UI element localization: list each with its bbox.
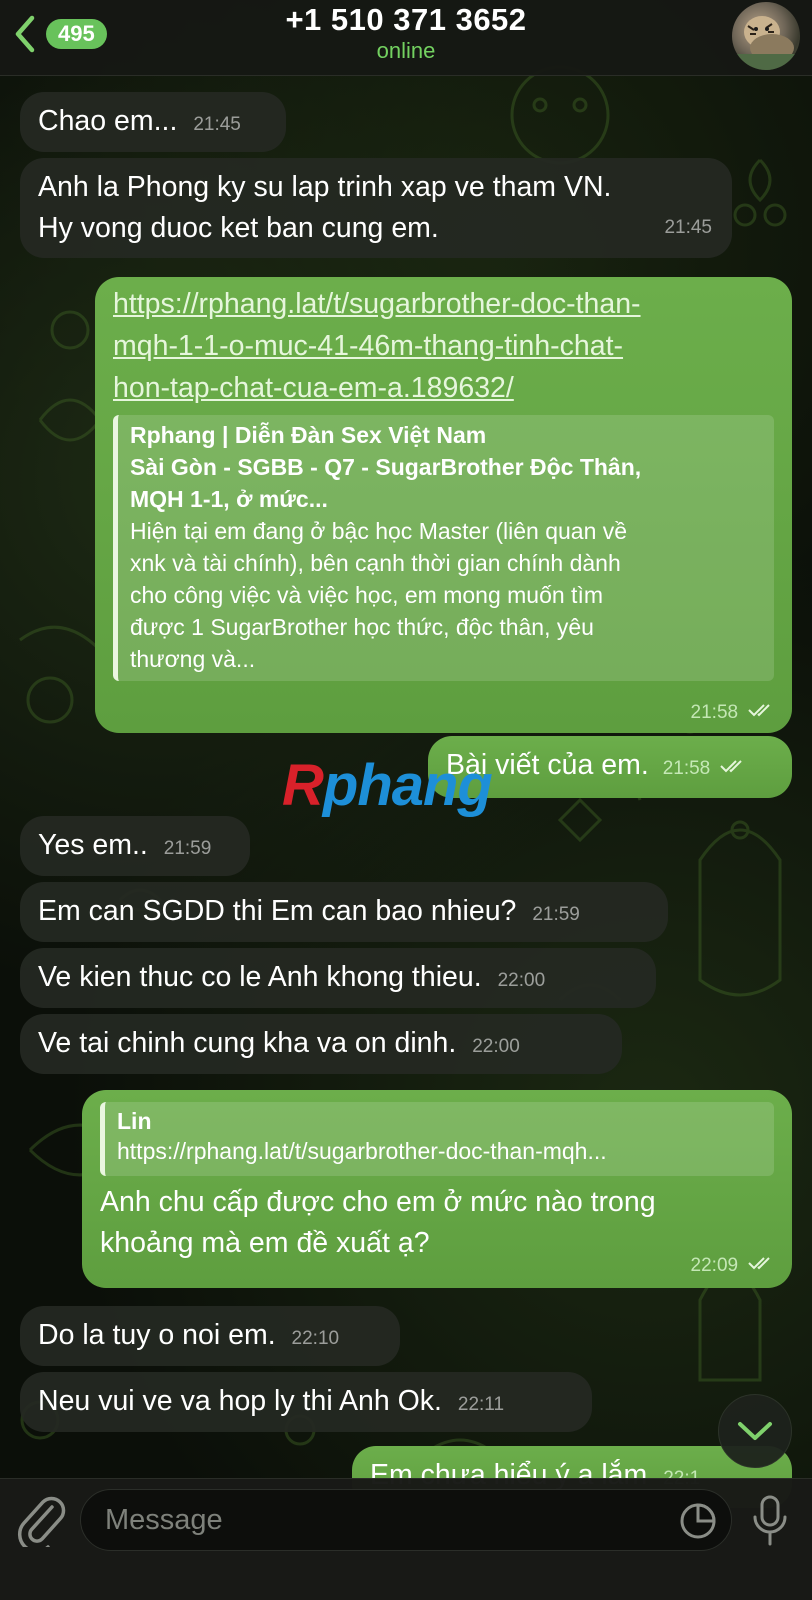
reply-quote[interactable]: Lin https://rphang.lat/t/sugarbrother-do… bbox=[100, 1102, 774, 1176]
preview-desc-line: được 1 SugarBrother học thức, độc thân, … bbox=[130, 614, 594, 640]
message-text-line: Hy vong duoc ket ban cung em. bbox=[38, 212, 439, 244]
microphone-icon[interactable] bbox=[750, 1493, 790, 1549]
back-chevron-icon bbox=[15, 15, 35, 53]
message-text-line: Anh la Phong ky su lap trinh xap ve tham… bbox=[38, 171, 612, 203]
outgoing-reply-message[interactable]: Lin https://rphang.lat/t/sugarbrother-do… bbox=[82, 1090, 792, 1288]
double-check-icon bbox=[720, 760, 742, 773]
chevron-down-icon bbox=[738, 1422, 772, 1440]
reply-sender-name: Lin bbox=[117, 1108, 152, 1134]
incoming-message[interactable]: Ve kien thuc co le Anh khong thieu. 22:0… bbox=[20, 948, 656, 1008]
link-preview[interactable]: Rphang | Diễn Đàn Sex Việt Nam Sài Gòn -… bbox=[113, 415, 774, 681]
message-time: 22:10 bbox=[291, 1328, 340, 1349]
contact-info[interactable]: +1 510 371 3652 online bbox=[180, 0, 632, 64]
preview-site-name: Rphang | Diễn Đàn Sex Việt Nam bbox=[130, 422, 487, 448]
message-field[interactable] bbox=[80, 1489, 732, 1551]
reply-quoted-text: https://rphang.lat/t/sugarbrother-doc-th… bbox=[117, 1138, 607, 1164]
preview-desc-line: xnk và tài chính), bên cạnh thời gian ch… bbox=[130, 550, 621, 576]
message-composer bbox=[0, 1478, 812, 1600]
scroll-to-bottom-button[interactable] bbox=[718, 1394, 792, 1468]
contact-name: +1 510 371 3652 bbox=[285, 2, 527, 37]
preview-desc-line: Hiện tại em đang ở bậc học Master (liên … bbox=[130, 518, 628, 544]
message-text: Ve tai chinh cung kha va on dinh. bbox=[38, 1027, 457, 1059]
chat-header: 495 +1 510 371 3652 online bbox=[0, 0, 812, 76]
message-input[interactable] bbox=[105, 1498, 645, 1542]
contact-status: online bbox=[376, 38, 436, 63]
message-text: Ve kien thuc co le Anh khong thieu. bbox=[38, 961, 482, 993]
watermark-rest: phang bbox=[322, 753, 493, 818]
outgoing-link-message[interactable]: https://rphang.lat/t/sugarbrother-doc-th… bbox=[95, 277, 792, 733]
link-line[interactable]: https://rphang.lat/t/sugarbrother-doc-th… bbox=[113, 283, 774, 325]
link-line[interactable]: mqh-1-1-o-muc-41-46m-thang-tinh-chat- bbox=[113, 325, 774, 367]
message-text: Do la tuy o noi em. bbox=[38, 1319, 276, 1351]
message-text: Yes em.. bbox=[38, 829, 148, 861]
message-text-line: Anh chu cấp được cho em ở mức nào trong bbox=[100, 1186, 656, 1218]
unread-count-badge: 495 bbox=[46, 19, 107, 49]
avatar-tiger-image bbox=[732, 16, 800, 70]
message-time: 22:09 bbox=[690, 1255, 739, 1276]
preview-title-line: Sài Gòn - SGBB - Q7 - SugarBrother Độc T… bbox=[130, 454, 642, 480]
incoming-message[interactable]: Neu vui ve va hop ly thi Anh Ok. 22:11 bbox=[20, 1372, 592, 1432]
message-time: 21:59 bbox=[163, 838, 212, 859]
preview-title-line: MQH 1-1, ở mức... bbox=[130, 486, 328, 512]
message-time: 21:58 bbox=[662, 758, 711, 779]
message-time: 21:45 bbox=[193, 114, 241, 135]
message-text-line: khoảng mà em đề xuất ạ? bbox=[100, 1227, 430, 1259]
incoming-message[interactable]: Em can SGDD thi Em can bao nhieu? 21:59 bbox=[20, 882, 668, 942]
watermark-logo: Rphang bbox=[282, 752, 522, 818]
contact-avatar[interactable] bbox=[732, 2, 800, 70]
message-text: Em can SGDD thi Em can bao nhieu? bbox=[38, 895, 517, 927]
incoming-message[interactable]: Yes em.. 21:59 bbox=[20, 816, 250, 876]
message-time: 21:45 bbox=[664, 217, 712, 238]
sticker-icon[interactable] bbox=[679, 1502, 717, 1540]
incoming-message[interactable]: Chao em... 21:45 bbox=[20, 92, 286, 152]
message-time: 22:00 bbox=[472, 1036, 520, 1057]
attach-icon[interactable] bbox=[16, 1493, 66, 1547]
double-check-icon bbox=[748, 1257, 770, 1270]
back-button[interactable]: 495 bbox=[10, 12, 120, 56]
message-time: 22:00 bbox=[497, 970, 546, 991]
preview-desc-line: cho công việc và việc học, em mong muốn … bbox=[130, 582, 603, 608]
link-line[interactable]: hon-tap-chat-cua-em-a.189632/ bbox=[113, 367, 774, 409]
message-link[interactable]: https://rphang.lat/t/sugarbrother-doc-th… bbox=[113, 283, 774, 409]
message-time: 21:58 bbox=[690, 702, 739, 723]
preview-desc-line: thương và... bbox=[130, 646, 256, 672]
message-text: Chao em... bbox=[38, 105, 178, 137]
incoming-message[interactable]: Ve tai chinh cung kha va on dinh. 22:00 bbox=[20, 1014, 622, 1074]
watermark-first-letter: R bbox=[282, 753, 324, 818]
message-time: 22:11 bbox=[457, 1394, 505, 1415]
incoming-message[interactable]: Anh la Phong ky su lap trinh xap ve tham… bbox=[20, 158, 732, 258]
double-check-icon bbox=[748, 704, 770, 717]
incoming-message[interactable]: Do la tuy o noi em. 22:10 bbox=[20, 1306, 400, 1366]
message-time: 21:59 bbox=[532, 904, 580, 925]
message-text: Neu vui ve va hop ly thi Anh Ok. bbox=[38, 1385, 442, 1417]
